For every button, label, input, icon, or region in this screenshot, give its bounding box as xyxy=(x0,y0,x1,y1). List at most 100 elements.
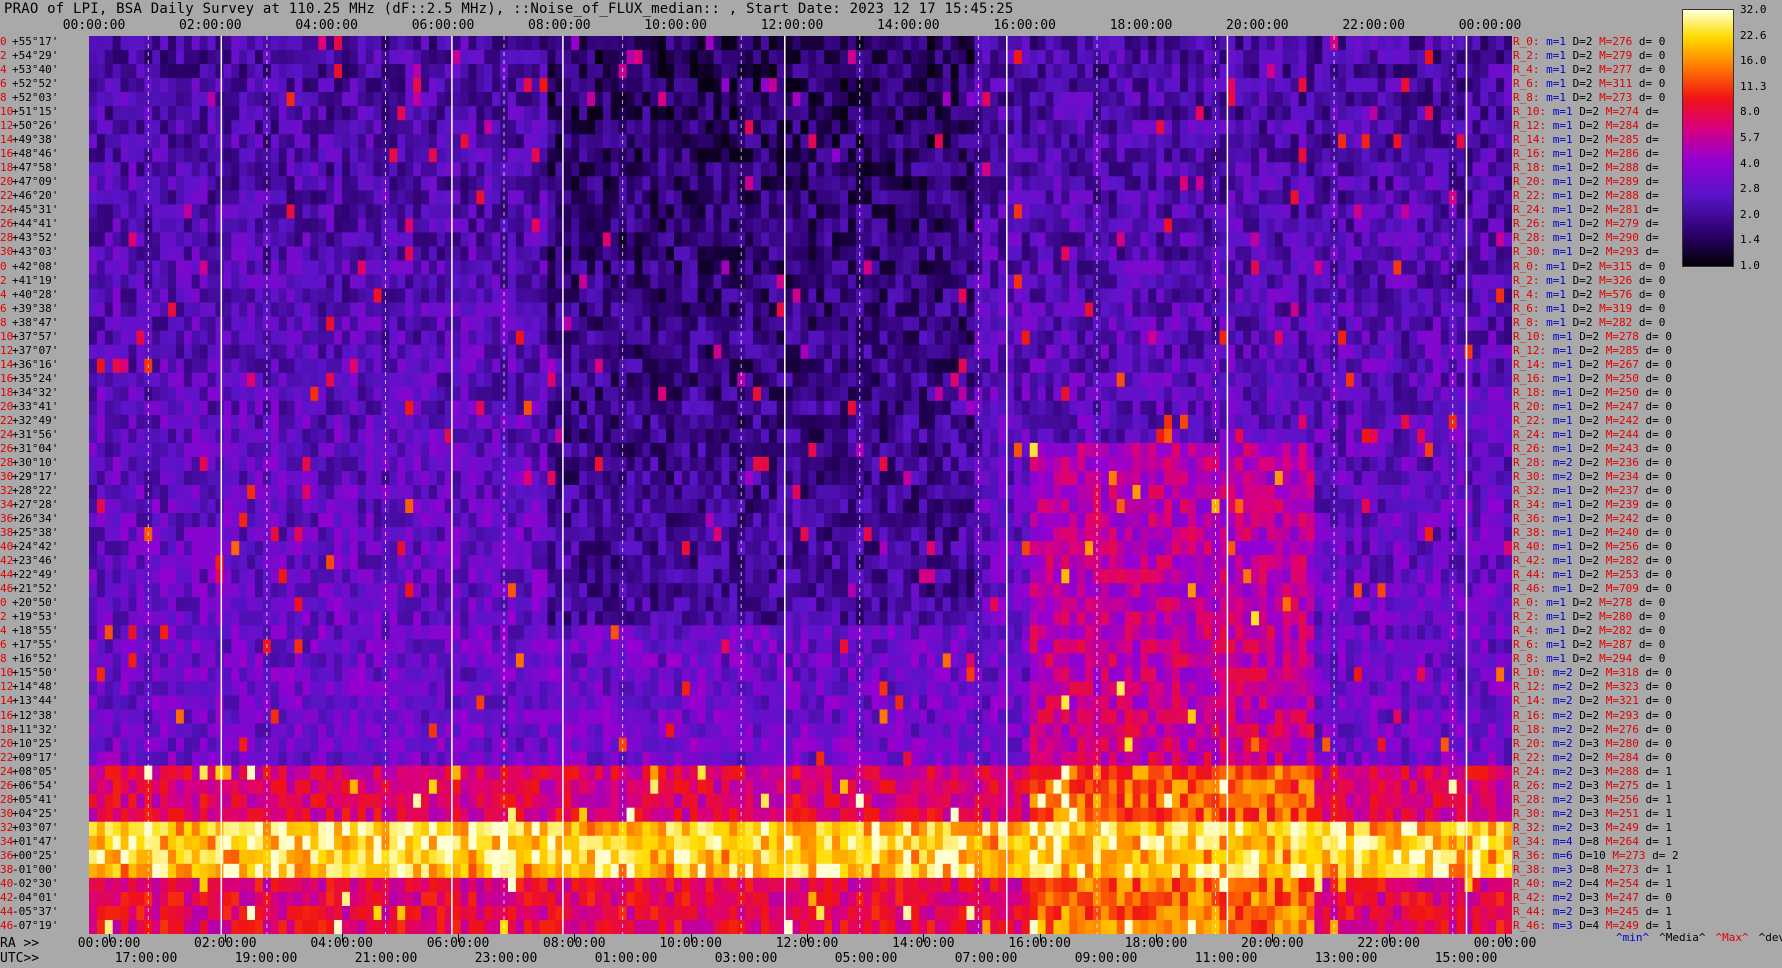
heatmap-cell xyxy=(1417,232,1426,248)
heatmap-cell xyxy=(128,78,138,93)
heatmap-cell xyxy=(1179,134,1189,149)
heatmap-cell xyxy=(871,358,881,374)
heatmap-cell xyxy=(531,204,541,220)
heatmap-cell xyxy=(199,92,209,107)
heatmap-cell xyxy=(136,92,145,107)
heatmap-cell xyxy=(152,358,161,374)
heatmap-cell xyxy=(571,386,580,402)
heatmap-cell xyxy=(1187,106,1197,121)
heatmap-cell xyxy=(1132,120,1142,135)
declination-row: 6 +17°55' xyxy=(0,638,58,652)
heatmap-cell xyxy=(1108,232,1118,248)
heatmap-plot[interactable] xyxy=(89,36,1512,934)
heatmap-cell xyxy=(689,358,699,374)
heatmap-cell xyxy=(1140,148,1149,163)
heatmap-cell xyxy=(666,372,675,388)
heatmap-cell xyxy=(1132,64,1142,79)
heatmap-cell xyxy=(1108,36,1118,51)
heatmap-cell xyxy=(753,50,762,65)
heatmap-cell xyxy=(887,92,896,107)
heatmap-cell xyxy=(1235,204,1244,220)
heatmap-cell xyxy=(1361,232,1371,248)
heatmap-cell xyxy=(1085,50,1094,65)
heatmap-cell xyxy=(840,162,849,177)
beam-index: 40 xyxy=(0,876,14,890)
heatmap-cell xyxy=(784,302,794,318)
declination-row: 20+33°41' xyxy=(0,400,58,414)
heatmap-cell xyxy=(1456,190,1466,205)
heatmap-cell xyxy=(223,288,232,304)
heatmap-cell xyxy=(365,232,375,248)
heatmap-cell xyxy=(468,92,477,107)
heatmap-cell xyxy=(492,316,501,332)
heatmap-cell xyxy=(334,36,343,51)
heatmap-cell xyxy=(104,386,114,402)
heatmap-cell xyxy=(816,232,825,248)
heatmap-cell xyxy=(1401,148,1410,163)
heatmap-cell xyxy=(697,92,707,107)
heatmap-cell xyxy=(357,330,367,346)
heatmap-cell xyxy=(642,344,651,360)
heatmap-cell xyxy=(721,386,730,402)
heatmap-cell xyxy=(768,344,778,360)
heatmap-cell xyxy=(832,190,841,205)
heatmap-cell xyxy=(436,316,446,332)
heatmap-cell xyxy=(191,64,201,79)
heatmap-cell xyxy=(349,36,359,51)
heatmap-cell xyxy=(1108,162,1118,177)
heatmap-cell xyxy=(816,316,825,332)
heatmap-cell xyxy=(681,372,691,388)
heatmap-cell xyxy=(199,330,209,346)
heatmap-cell xyxy=(413,386,422,402)
heatmap-cell xyxy=(120,106,130,121)
heatmap-cell xyxy=(1172,162,1181,177)
heatmap-cell xyxy=(800,148,810,163)
heatmap-cell xyxy=(666,274,675,290)
heatmap-cell xyxy=(183,106,193,121)
heatmap-cell xyxy=(1037,106,1047,121)
heatmap-cell xyxy=(310,274,319,290)
heatmap-cell xyxy=(365,120,375,135)
heatmap-cell xyxy=(1306,218,1315,234)
heatmap-cell xyxy=(602,218,612,234)
heatmap-cell xyxy=(998,288,1007,304)
heatmap-cell xyxy=(1148,162,1157,177)
heatmap-cell xyxy=(1251,344,1260,360)
heatmap-cell xyxy=(405,246,414,262)
heatmap-cell xyxy=(579,302,588,318)
heatmap-cell xyxy=(452,358,462,374)
heatmap-cell xyxy=(1377,134,1387,149)
heatmap-cell xyxy=(1266,358,1276,374)
heatmap-cell xyxy=(515,134,525,149)
heatmap-cell xyxy=(436,218,446,234)
beam-index: 2 xyxy=(0,273,7,287)
heatmap-cell xyxy=(689,64,699,79)
heatmap-cell xyxy=(523,204,533,220)
heatmap-cell xyxy=(183,358,193,374)
heatmap-cell xyxy=(1425,232,1434,248)
heatmap-cell xyxy=(1472,372,1481,388)
heatmap-cell xyxy=(239,36,248,51)
heatmap-cell xyxy=(1116,316,1126,332)
heatmap-cell xyxy=(626,120,636,135)
heatmap-cell xyxy=(571,50,580,65)
heatmap-cell xyxy=(998,358,1007,374)
heatmap-cell xyxy=(642,120,651,135)
heatmap-cell xyxy=(1179,64,1189,79)
heatmap-cell xyxy=(982,246,991,262)
heatmap-cell xyxy=(1322,162,1331,177)
heatmap-cell xyxy=(215,386,224,402)
heatmap-cell xyxy=(294,260,304,276)
heatmap-cell xyxy=(507,386,517,402)
heatmap-cell xyxy=(911,36,920,51)
heatmap-cell xyxy=(89,92,98,107)
heatmap-cell xyxy=(768,36,778,51)
heatmap-cell xyxy=(966,106,976,121)
heatmap-cell xyxy=(1164,92,1173,107)
heatmap-cell xyxy=(168,232,177,248)
heatmap-cell xyxy=(239,204,248,220)
heatmap-cell xyxy=(507,190,517,205)
heatmap-cell xyxy=(160,106,169,121)
heatmap-cell xyxy=(278,92,288,107)
heatmap-cell xyxy=(1472,176,1481,191)
